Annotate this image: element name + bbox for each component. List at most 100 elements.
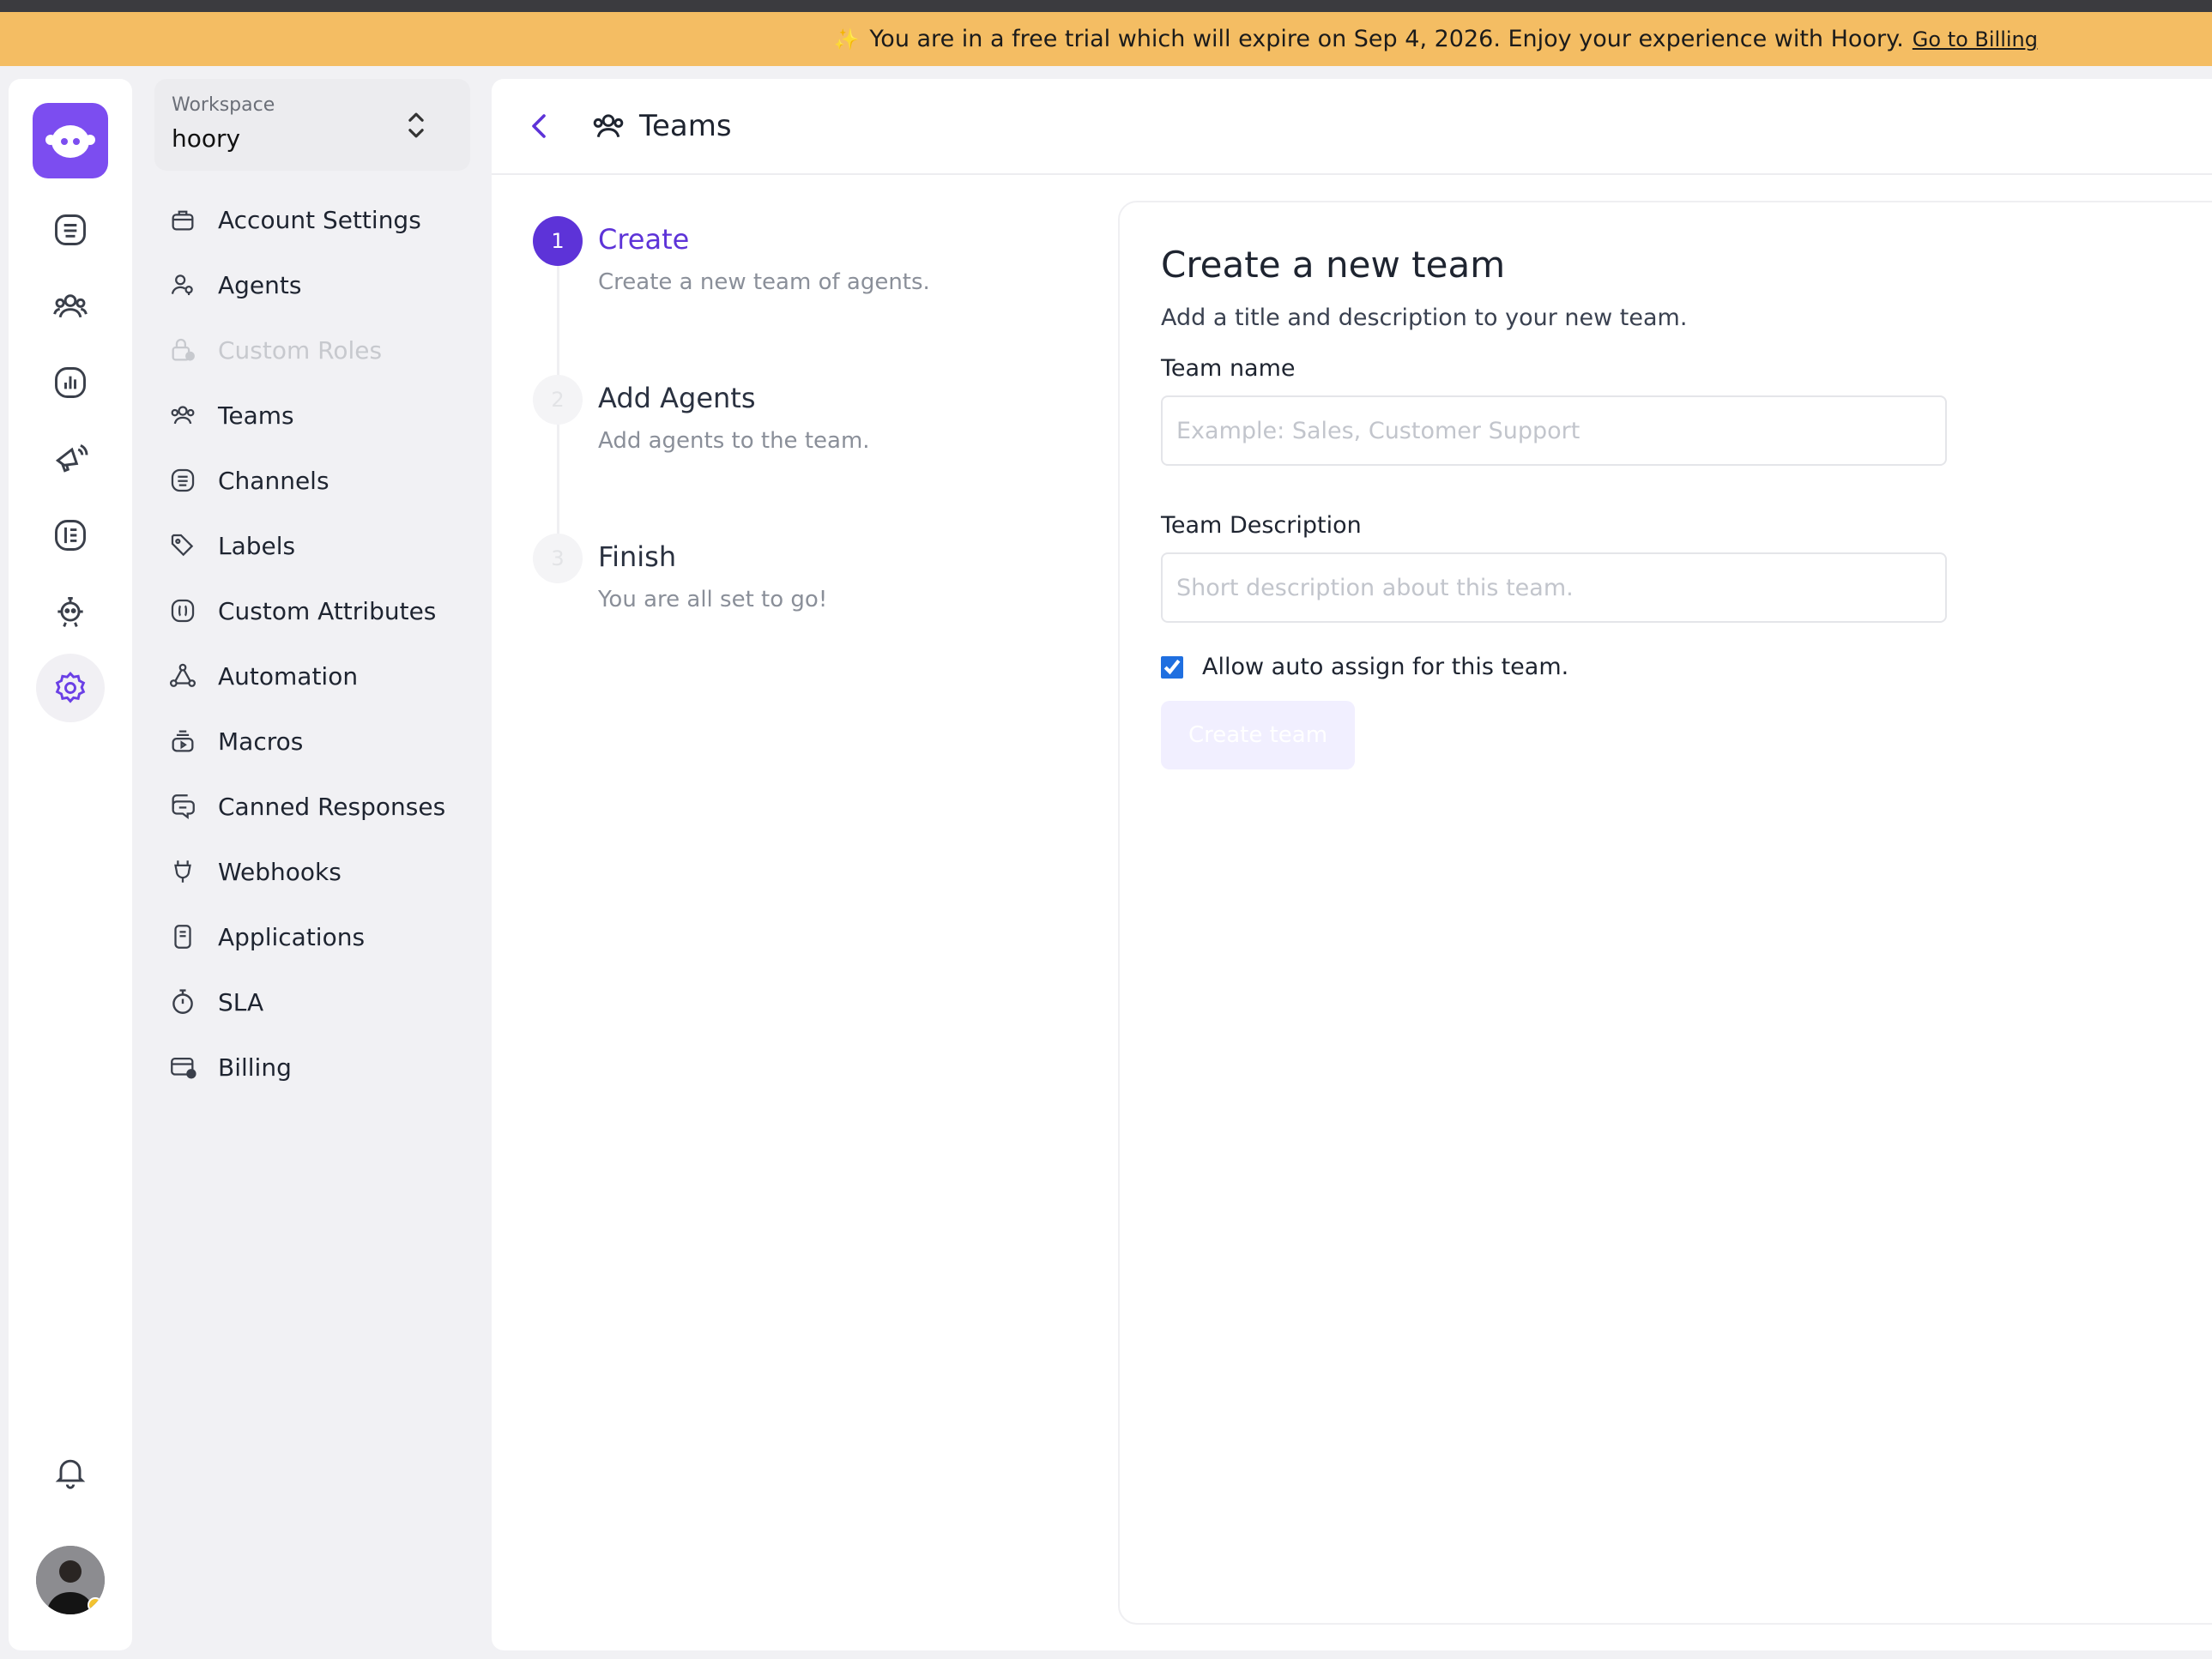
sidebar-item-custom-roles: Custom Roles bbox=[154, 317, 470, 383]
form-subtitle: Add a title and description to your new … bbox=[1161, 305, 1688, 331]
auto-assign-row[interactable]: Allow auto assign for this team. bbox=[1161, 654, 2191, 680]
auto-assign-checkbox[interactable] bbox=[1161, 655, 1183, 679]
step-description: Add agents to the team. bbox=[598, 428, 870, 454]
sidebar-item-teams[interactable]: Teams bbox=[154, 383, 470, 448]
sidebar-item-label: Webhooks bbox=[218, 857, 341, 886]
user-avatar[interactable] bbox=[36, 1546, 105, 1614]
back-chevron-icon[interactable] bbox=[526, 111, 552, 142]
sidebar-item-canned-responses[interactable]: Canned Responses bbox=[154, 774, 470, 839]
teams-icon bbox=[593, 114, 624, 138]
agents-icon bbox=[171, 274, 193, 296]
go-to-billing-link[interactable]: Go to Billing bbox=[1913, 27, 2038, 51]
nav-settings[interactable] bbox=[36, 654, 105, 722]
step-title: Create bbox=[598, 223, 690, 256]
trial-message: You are in a free trial which will expir… bbox=[869, 26, 1904, 52]
macros-icon bbox=[172, 730, 194, 752]
step-title: Finish bbox=[598, 540, 677, 573]
sidebar-item-sla[interactable]: SLA bbox=[154, 969, 470, 1035]
tag-icon bbox=[171, 534, 194, 557]
step-create: 1 Create Create a new team of agents. bbox=[533, 216, 1082, 375]
sidebar-item-account-settings[interactable]: Account Settings bbox=[154, 187, 470, 252]
sidebar-item-automation[interactable]: Automation bbox=[154, 643, 470, 709]
sidebar-item-custom-attributes[interactable]: Custom Attributes bbox=[154, 578, 470, 643]
hoory-logo-icon bbox=[45, 125, 95, 158]
sidebar-item-label: Canned Responses bbox=[218, 792, 446, 821]
sidebar-item-label: Billing bbox=[218, 1053, 292, 1082]
trial-banner: ✨ You are in a free trial which will exp… bbox=[0, 12, 2212, 66]
window-top-strip bbox=[0, 0, 2212, 12]
bot-icon bbox=[57, 596, 83, 627]
create-team-button[interactable]: Create team bbox=[1161, 701, 1355, 769]
main-panel: Teams 1 Create Create a new team of agen… bbox=[492, 79, 2212, 1650]
team-name-label: Team name bbox=[1161, 355, 1296, 382]
hoory-logo[interactable] bbox=[33, 103, 108, 178]
step-number: 3 bbox=[533, 534, 583, 583]
step-description: You are all set to go! bbox=[598, 587, 828, 612]
page-header: Teams bbox=[492, 79, 2212, 175]
billing-icon bbox=[171, 1057, 196, 1079]
applications-icon bbox=[174, 925, 191, 949]
step-number: 2 bbox=[533, 375, 583, 425]
webhook-icon bbox=[174, 860, 191, 883]
sidebar-item-macros[interactable]: Macros bbox=[154, 709, 470, 774]
team-description-label: Team Description bbox=[1161, 512, 1362, 539]
sidebar-item-billing[interactable]: Billing bbox=[154, 1035, 470, 1100]
sidebar-item-label: Agents bbox=[218, 270, 302, 299]
sidebar-item-agents[interactable]: Agents bbox=[154, 252, 470, 317]
nav-conversations[interactable] bbox=[36, 196, 105, 264]
page-title: Teams bbox=[639, 109, 732, 143]
conversations-icon bbox=[55, 214, 86, 245]
chevron-up-down-icon bbox=[408, 112, 424, 138]
reports-icon bbox=[55, 367, 86, 398]
step-title: Add Agents bbox=[598, 382, 756, 414]
nav-contacts[interactable] bbox=[36, 272, 105, 341]
sparkle-icon: ✨ bbox=[833, 27, 860, 51]
sidebar-item-label: Custom Attributes bbox=[218, 596, 437, 625]
chat-icon bbox=[172, 794, 195, 820]
help-center-icon bbox=[55, 520, 86, 551]
sidebar-item-applications[interactable]: Applications bbox=[154, 904, 470, 969]
nav-bot[interactable] bbox=[36, 577, 105, 646]
sidebar-item-labels[interactable]: Labels bbox=[154, 513, 470, 578]
attributes-icon bbox=[171, 599, 195, 623]
nav-reports[interactable] bbox=[36, 348, 105, 417]
workspace-switcher[interactable]: Workspace hoory bbox=[154, 79, 470, 171]
step-connector bbox=[557, 266, 559, 375]
sidebar-item-channels[interactable]: Channels bbox=[154, 448, 470, 513]
settings-icon bbox=[55, 671, 86, 703]
timer-icon bbox=[172, 989, 193, 1014]
step-description: Create a new team of agents. bbox=[598, 269, 930, 295]
lock-icon bbox=[172, 338, 195, 361]
primary-nav-rail bbox=[9, 79, 132, 1650]
form-title: Create a new team bbox=[1161, 244, 1506, 286]
nav-notifications[interactable] bbox=[36, 1438, 105, 1506]
contacts-icon bbox=[53, 294, 88, 318]
team-name-input[interactable] bbox=[1161, 395, 1947, 466]
step-connector bbox=[557, 425, 559, 534]
campaigns-icon bbox=[55, 444, 88, 473]
sidebar-item-label: Automation bbox=[218, 661, 359, 691]
nav-campaigns[interactable] bbox=[36, 425, 105, 493]
sidebar-item-label: SLA bbox=[218, 987, 264, 1017]
step-add-agents: 2 Add Agents Add agents to the team. bbox=[533, 375, 1082, 534]
team-description-input[interactable] bbox=[1161, 552, 1947, 623]
sidebar-item-label: Teams bbox=[218, 401, 294, 430]
sidebar-item-label: Applications bbox=[218, 922, 366, 951]
automation-icon bbox=[169, 663, 196, 687]
sidebar-item-label: Custom Roles bbox=[218, 335, 383, 365]
sidebar-item-label: Channels bbox=[218, 466, 329, 495]
status-dot bbox=[88, 1597, 103, 1613]
settings-sidebar: Account Settings Agents Custom Roles Tea… bbox=[154, 187, 470, 1100]
teams-icon bbox=[171, 406, 195, 425]
sidebar-item-label: Labels bbox=[218, 531, 296, 560]
create-team-card: Create a new team Add a title and descri… bbox=[1118, 201, 2212, 1625]
briefcase-icon bbox=[172, 210, 194, 231]
bell-icon bbox=[55, 1459, 86, 1489]
sidebar-item-label: Account Settings bbox=[218, 205, 421, 234]
auto-assign-label: Allow auto assign for this team. bbox=[1202, 654, 1569, 680]
wizard-steps: 1 Create Create a new team of agents. 2 … bbox=[533, 216, 1082, 692]
sidebar-item-webhooks[interactable]: Webhooks bbox=[154, 839, 470, 904]
channels-icon bbox=[171, 468, 195, 492]
nav-help-center[interactable] bbox=[36, 501, 105, 570]
step-number: 1 bbox=[533, 216, 583, 266]
